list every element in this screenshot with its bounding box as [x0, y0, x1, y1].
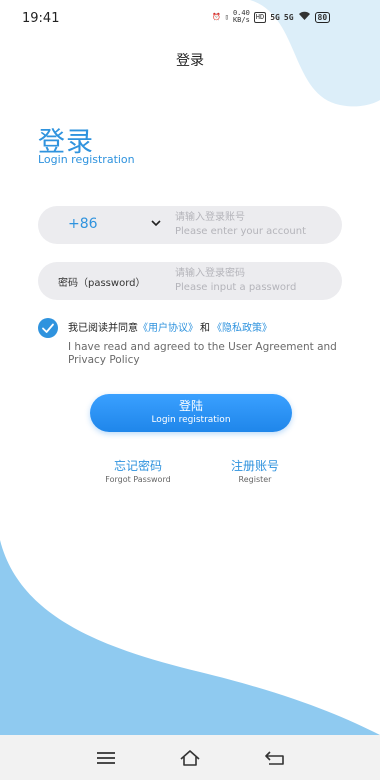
alarm-icon: ⏰	[212, 13, 221, 21]
network-speed: 0.40 KB/s	[233, 10, 250, 24]
forgot-password-link[interactable]: 忘记密码 Forgot Password	[97, 458, 179, 486]
agreement-english: I have read and agreed to the User Agree…	[68, 341, 337, 366]
agreement-prefix: 我已阅读并同意	[68, 323, 138, 334]
user-agreement-link[interactable]: 《用户协议》	[138, 323, 198, 334]
bottom-left-wave	[0, 540, 380, 735]
chevron-down-icon[interactable]	[150, 217, 162, 229]
register-link[interactable]: 注册账号 Register	[216, 458, 294, 486]
status-bar: 19:41 ⏰ ▯ 0.40 KB/s HD 5G 5G 80	[0, 0, 380, 36]
account-field[interactable]: +86 请输入登录账号 Please enter your account	[38, 206, 342, 244]
password-placeholder-cn[interactable]: 请输入登录密码	[175, 267, 245, 280]
agreement-checkbox[interactable]	[38, 318, 58, 338]
login-button-label-en: Login registration	[151, 415, 231, 425]
hd-badge: HD	[253, 11, 267, 23]
menu-icon[interactable]	[95, 749, 117, 767]
network-5g-2: 5G	[283, 12, 294, 22]
account-placeholder-cn[interactable]: 请输入登录账号	[175, 211, 245, 224]
check-icon	[42, 323, 54, 333]
password-field[interactable]: 密码（password） 请输入登录密码 Please input a pass…	[38, 262, 342, 300]
privacy-policy-link[interactable]: 《隐私政策》	[212, 323, 272, 334]
forgot-password-cn: 忘记密码	[113, 459, 162, 473]
status-icons: ⏰ ▯ 0.40 KB/s HD 5G 5G 80	[212, 10, 331, 24]
vibrate-icon: ▯	[224, 13, 229, 21]
register-cn: 注册账号	[230, 459, 279, 473]
system-nav-bar	[0, 735, 380, 780]
network-5g-1: 5G	[270, 12, 280, 22]
back-icon[interactable]	[264, 749, 286, 767]
wifi-icon	[298, 11, 311, 23]
account-placeholder-en[interactable]: Please enter your account	[175, 225, 306, 238]
forgot-password-en: Forgot Password	[105, 475, 171, 484]
agreement-text: 我已阅读并同意《用户协议》和《隐私政策》	[68, 319, 272, 334]
login-button-label-cn: 登陆	[178, 399, 203, 413]
background-waves	[0, 0, 380, 735]
battery-level: 80	[314, 11, 331, 23]
register-en: Register	[238, 475, 272, 484]
password-label: 密码（password）	[58, 278, 146, 289]
password-placeholder-en[interactable]: Please input a password	[175, 281, 296, 294]
home-icon[interactable]	[179, 749, 201, 767]
country-code-select[interactable]: +86	[68, 216, 98, 232]
login-button[interactable]: 登陆 Login registration	[90, 394, 292, 432]
page-title: 登录	[176, 53, 204, 69]
login-subheading: Login registration	[38, 153, 135, 166]
agreement-conjunction: 和	[200, 323, 210, 334]
speed-unit: KB/s	[232, 16, 250, 24]
status-time: 19:41	[22, 11, 60, 26]
